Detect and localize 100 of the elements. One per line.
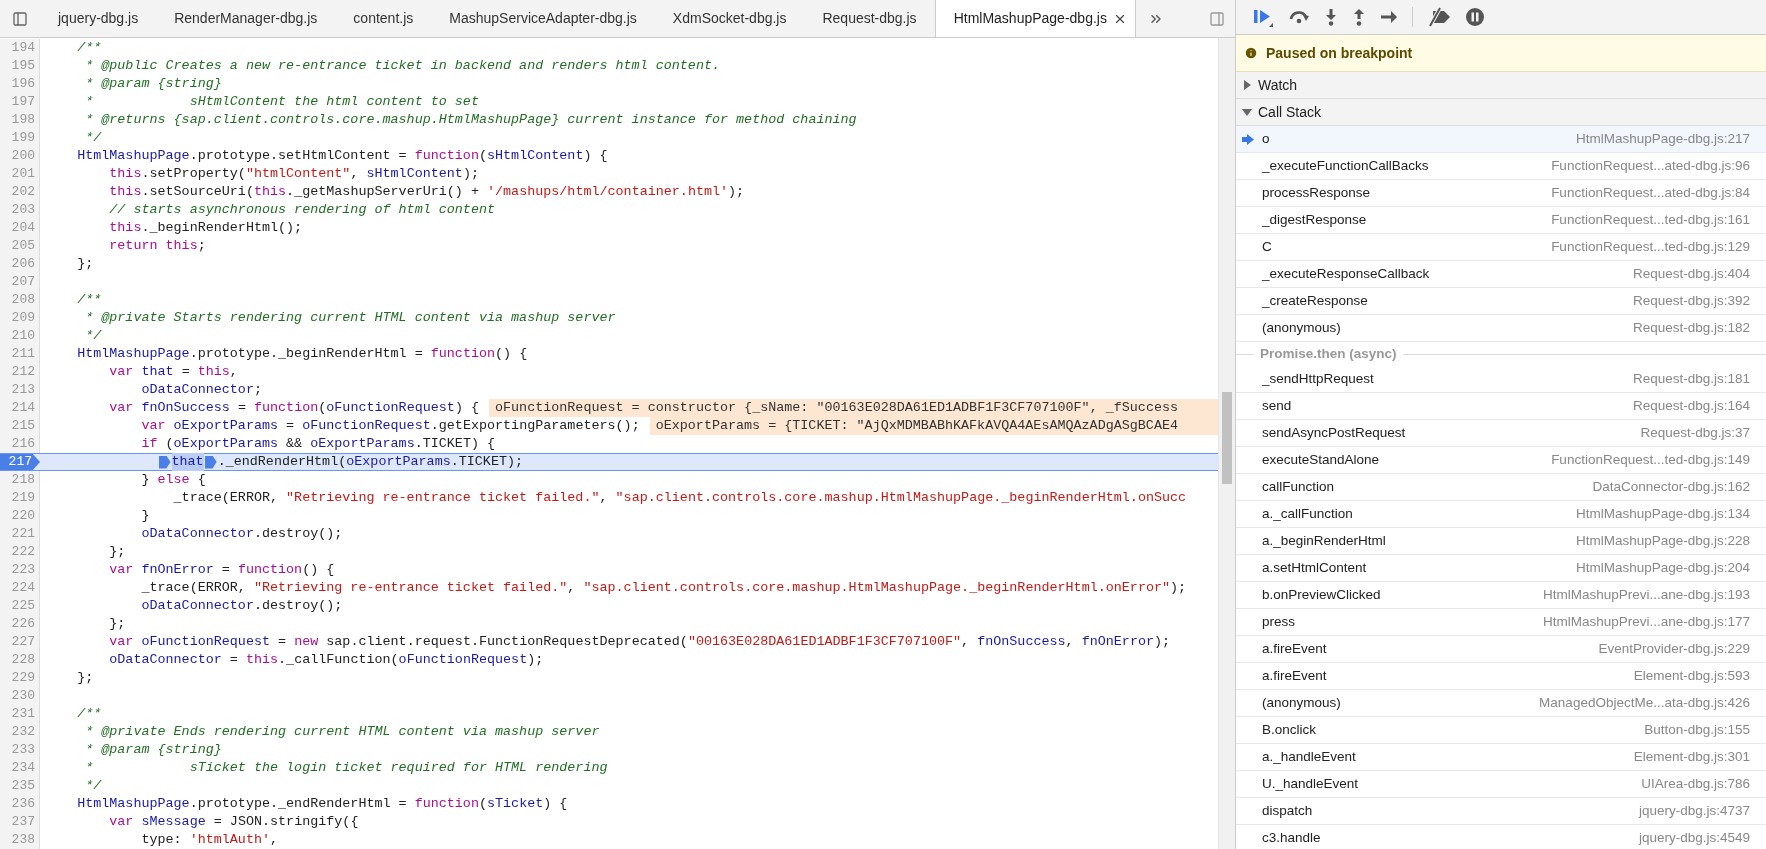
inline-value: oExportParams = {TICKET: "AjQxMDMBABhKAFkAVQA4AEsAMQAzADgASgBCAE4 <box>649 417 1218 435</box>
frame-function: o <box>1262 129 1271 148</box>
async-separator: Promise.then (async) <box>1260 344 1397 363</box>
frame-location[interactable]: Button-dbg.js:155 <box>1644 719 1750 741</box>
scrollbar-thumb[interactable] <box>1222 392 1232 484</box>
step-into-icon[interactable] <box>1324 8 1338 26</box>
file-tab[interactable]: XdmSocket-dbg.js <box>654 0 805 37</box>
frame-location[interactable]: Element-dbg.js:593 <box>1633 665 1750 687</box>
frame-function: _executeFunctionCallBacks <box>1262 156 1430 175</box>
frame-function: C <box>1262 237 1273 256</box>
section-header[interactable]: Call Stack <box>1236 99 1766 126</box>
line-number: 195 <box>0 57 40 75</box>
code-line: var that = this, <box>108 363 238 381</box>
code-line: }; <box>108 615 126 633</box>
line-number: 201 <box>0 165 40 183</box>
line-number: 199 <box>0 129 40 147</box>
section-header[interactable]: Watch <box>1236 72 1766 99</box>
frame-location[interactable]: Request-dbg.js:181 <box>1632 368 1750 390</box>
frame-function: a.fireEvent <box>1262 639 1328 658</box>
file-tab[interactable]: RenderManager-dbg.js <box>156 0 336 37</box>
code-line: HtmlMashupPage.prototype._beginRenderHtml = function() { <box>76 345 528 363</box>
code-line: */ <box>84 129 102 147</box>
code-line: if (oExportParams && oExportParams.TICKET) { <box>140 435 496 453</box>
frame-location[interactable]: Request-dbg.js:392 <box>1632 290 1750 312</box>
navigator-toggle-icon[interactable] <box>12 10 28 27</box>
frame-location[interactable]: Request-dbg.js:164 <box>1632 395 1750 417</box>
frame-location[interactable]: Element-dbg.js:301 <box>1633 746 1750 768</box>
frame-location[interactable]: FunctionRequest...ted-dbg.js:161 <box>1551 209 1750 231</box>
line-number: 207 <box>0 273 40 291</box>
line-number: 229 <box>0 669 40 687</box>
code-line: return this; <box>108 237 206 255</box>
frame-location[interactable]: UIArea-dbg.js:786 <box>1641 773 1750 795</box>
call-frame[interactable]: o HtmlMashupPage-dbg.js:217 <box>1236 126 1766 153</box>
code-line: _trace(ERROR, "Retrieving re-entrance ticket failed.", "sap.client.controls.core.mashup.HtmlMashupPage._beginRenderHtml.onSucc <box>172 489 1187 507</box>
frame-location[interactable]: FunctionRequest...ated-dbg.js:84 <box>1551 182 1750 204</box>
debugger-toggle-icon[interactable] <box>1209 10 1225 27</box>
line-number: 218 <box>0 471 40 489</box>
code-line: }; <box>108 543 126 561</box>
line-number: 232 <box>0 723 40 741</box>
code-line: /** <box>76 39 102 57</box>
pause-icon[interactable] <box>1465 7 1485 27</box>
frame-location[interactable]: ManagedObjectMe...ata-dbg.js:426 <box>1539 692 1750 714</box>
step-over-icon[interactable] <box>1288 8 1310 26</box>
frame-location[interactable]: HtmlMashupPrevi...ane-dbg.js:193 <box>1542 584 1750 606</box>
breakpoint-line-number[interactable]: 217 <box>0 454 40 470</box>
frame-function: (anonymous) <box>1262 693 1342 712</box>
step-out-icon[interactable] <box>1352 8 1366 26</box>
line-number: 237 <box>0 813 40 831</box>
frame-location[interactable]: Request-dbg.js:182 <box>1632 317 1750 339</box>
frame-location[interactable]: DataConnector-dbg.js:162 <box>1592 476 1750 498</box>
frame-location[interactable]: jquery-dbg.js:4737 <box>1638 800 1750 822</box>
file-tab[interactable]: jquery-dbg.js <box>40 0 157 37</box>
line-number: 213 <box>0 381 40 399</box>
line-number: 236 <box>0 795 40 813</box>
frame-location[interactable]: HtmlMashupPrevi...ane-dbg.js:177 <box>1542 611 1750 633</box>
code-line: * @param {string} <box>84 741 222 759</box>
file-tab[interactable]: MashupServiceAdapter-dbg.js <box>431 0 655 37</box>
line-number: 196 <box>0 75 40 93</box>
frame-location[interactable]: FunctionRequest...ated-dbg.js:96 <box>1551 155 1750 177</box>
frame-function: B.onclick <box>1262 720 1318 739</box>
line-number: 238 <box>0 831 40 849</box>
frame-location[interactable]: HtmlMashupPage-dbg.js:204 <box>1575 557 1750 579</box>
line-number: 204 <box>0 219 40 237</box>
frame-function: U._handleEvent <box>1262 774 1360 793</box>
code-line: HtmlMashupPage.prototype._endRenderHtml = function(sTicket) { <box>76 795 568 813</box>
line-number: 198 <box>0 111 40 129</box>
code-line: * @private Starts rendering current HTML content via mashup server <box>84 309 616 327</box>
frame-location[interactable]: HtmlMashupPage-dbg.js:134 <box>1575 503 1750 525</box>
line-number: 231 <box>0 705 40 723</box>
frame-function: a._callFunction <box>1262 504 1354 523</box>
code-line: that ._endRenderHtml(oExportParams.TICKET); <box>40 454 524 470</box>
line-number: 230 <box>0 687 40 705</box>
frame-location[interactable]: Request-dbg.js:404 <box>1632 263 1750 285</box>
frame-location[interactable]: EventProvider-dbg.js:229 <box>1598 638 1750 660</box>
file-tab[interactable]: content.js <box>335 0 432 37</box>
frame-function: _executeResponseCallback <box>1262 264 1431 283</box>
file-tab[interactable]: Request-dbg.js <box>804 0 935 37</box>
file-tab[interactable]: HtmlMashupPage-dbg.js <box>934 0 1136 37</box>
step-icon[interactable] <box>1380 10 1398 24</box>
frame-function: a.fireEvent <box>1262 666 1328 685</box>
frame-function: _digestResponse <box>1262 210 1368 229</box>
code-line: oDataConnector.destroy(); <box>140 525 343 543</box>
code-line: var sMessage = JSON.stringify({ <box>108 813 359 831</box>
code-line: HtmlMashupPage.prototype.setHtmlContent = function(sHtmlContent) { <box>76 147 608 165</box>
line-number: 215 <box>0 417 40 435</box>
frame-location[interactable]: HtmlMashupPage-dbg.js:228 <box>1575 530 1750 552</box>
collapsed-triangle-icon <box>1242 80 1252 90</box>
frame-location[interactable]: FunctionRequest...ted-dbg.js:149 <box>1551 449 1750 471</box>
code-line: * @private Ends rendering current HTML content via mashup server <box>84 723 600 741</box>
line-number: 210 <box>0 327 40 345</box>
frame-location[interactable]: jquery-dbg.js:4549 <box>1638 827 1750 849</box>
code-line: * @returns {sap.client.controls.core.mashup.HtmlMashupPage} current instance for method chaining <box>84 111 857 129</box>
line-number: 212 <box>0 363 40 381</box>
paused-message: Paused on breakpoint <box>1266 43 1413 63</box>
frame-function: executeStandAlone <box>1262 450 1381 469</box>
code-line: * sTicket the login ticket required for HTML rendering <box>84 759 608 777</box>
frame-location[interactable]: Request-dbg.js:37 <box>1640 422 1750 444</box>
deactivate-breakpoints-icon[interactable] <box>1427 7 1451 27</box>
frame-location[interactable]: FunctionRequest...ted-dbg.js:129 <box>1551 236 1750 258</box>
line-number: 228 <box>0 651 40 669</box>
